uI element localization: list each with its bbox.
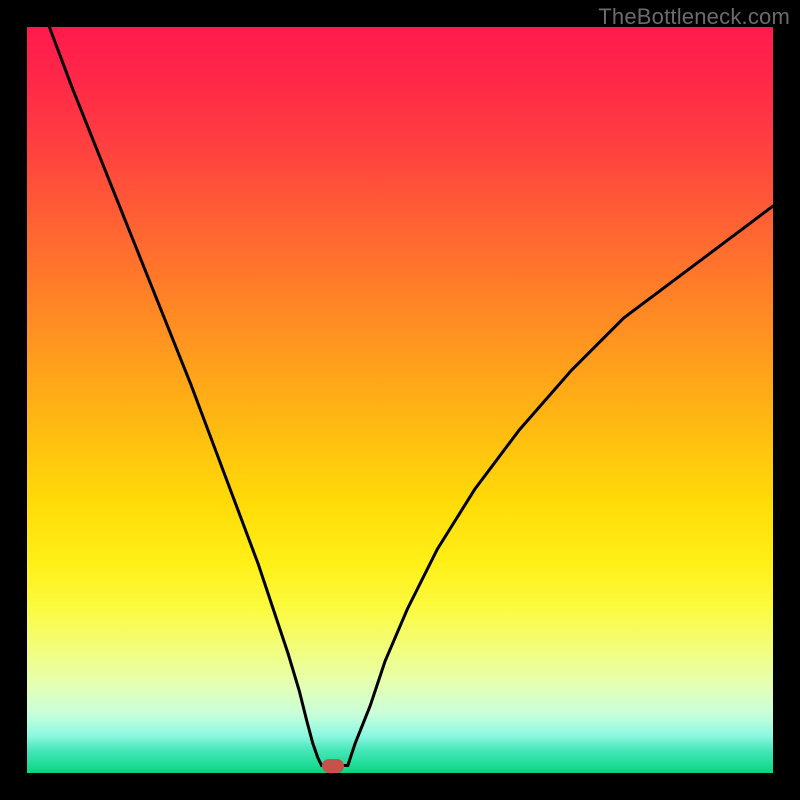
bottleneck-curve — [27, 27, 773, 773]
chart-frame: TheBottleneck.com — [0, 0, 800, 800]
curve-left — [49, 27, 321, 766]
optimal-marker — [322, 759, 344, 773]
curve-right — [348, 206, 773, 766]
plot-area — [27, 27, 773, 773]
